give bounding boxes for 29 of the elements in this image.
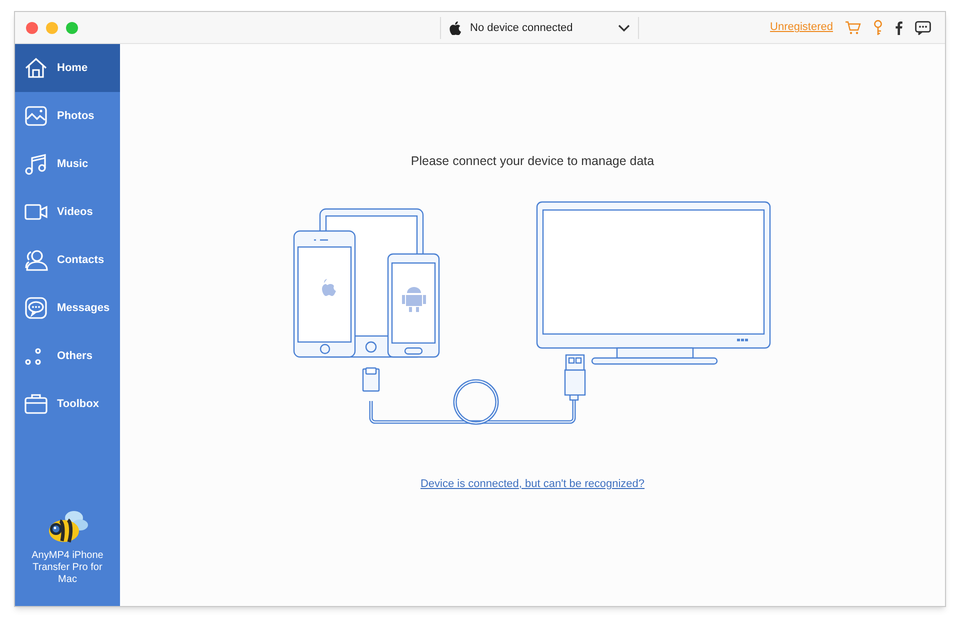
sidebar-item[interactable]: Photos	[15, 92, 120, 140]
help-link[interactable]: Device is connected, but can't be recognized?	[420, 476, 645, 492]
sidebar-item[interactable]: Home	[15, 44, 120, 92]
home-icon	[24, 56, 48, 80]
chevron-down-icon	[618, 24, 630, 32]
close-button[interactable]	[26, 22, 38, 34]
facebook-icon[interactable]	[895, 20, 903, 34]
device-dropdown[interactable]: No device connected	[440, 17, 639, 39]
minimize-button[interactable]	[46, 22, 58, 34]
device-selector-value: No device connected	[470, 20, 573, 36]
key-icon[interactable]	[873, 20, 883, 36]
cart-icon[interactable]	[845, 20, 861, 34]
zoom-button[interactable]	[66, 22, 78, 34]
photo-icon	[24, 104, 48, 128]
apple-icon	[449, 21, 461, 35]
sidebar-item[interactable]: Videos	[15, 188, 120, 236]
contacts-icon	[24, 248, 48, 272]
connect-prompt: Please connect your device to manage data	[410, 153, 654, 170]
music-note-icon	[24, 152, 48, 176]
toolbox-icon	[24, 392, 48, 416]
sidebar-item[interactable]: Others	[15, 332, 120, 380]
unregistered-link[interactable]: Unregistered	[770, 19, 833, 36]
sidebar-item[interactable]: Contacts	[15, 236, 120, 284]
message-bubble-icon	[24, 296, 48, 320]
sidebar-item[interactable]: Messages	[15, 284, 120, 332]
app-name: AnyMP4 iPhone Transfer Pro for Mac	[30, 550, 104, 586]
sidebar-item[interactable]: Toolbox	[15, 380, 120, 428]
sidebar-item[interactable]: Music	[15, 140, 120, 188]
chat-icon[interactable]	[915, 20, 931, 34]
